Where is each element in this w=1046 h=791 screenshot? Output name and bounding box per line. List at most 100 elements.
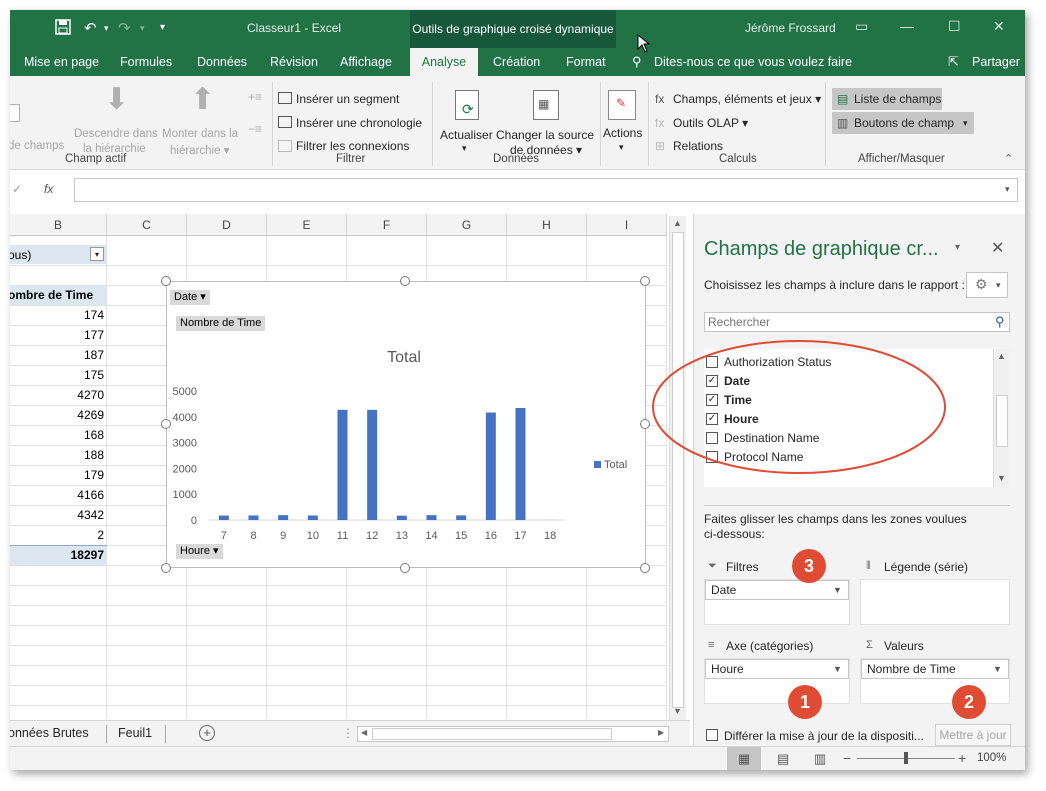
- cancel-icon[interactable]: ✓: [12, 182, 22, 196]
- minimize-icon[interactable]: —: [900, 18, 914, 34]
- chart-resize-handle[interactable]: [161, 563, 171, 573]
- insert-timeline-button[interactable]: Insérer une chronologie: [296, 116, 422, 130]
- redo-dropdown-icon[interactable]: ▾: [140, 23, 145, 34]
- horizontal-scrollbar[interactable]: ◀ ▶: [357, 726, 669, 742]
- sheet-tab-donnees-brutes[interactable]: onnées Brutes: [10, 726, 89, 740]
- pivot-value-cell[interactable]: 177: [10, 328, 104, 342]
- search-input[interactable]: [705, 313, 985, 331]
- customize-qat-icon[interactable]: ▾: [160, 22, 165, 33]
- values-field-dropdown[interactable]: Nombre de Time ▼: [861, 659, 1009, 679]
- field-settings-label[interactable]: de champs: [10, 140, 64, 152]
- pivot-header-cell[interactable]: ombre de Time: [10, 288, 93, 302]
- filter-dropdown-icon[interactable]: ▾: [90, 247, 104, 261]
- fields-items-sets-button[interactable]: Champs, éléments et jeux ▾: [673, 92, 821, 106]
- column-header-f[interactable]: F: [347, 214, 427, 236]
- pivot-value-cell[interactable]: 187: [10, 348, 104, 362]
- ribbon-display-icon[interactable]: ▭: [855, 18, 868, 35]
- zoom-out-icon[interactable]: −: [843, 750, 851, 766]
- chart-resize-handle[interactable]: [161, 276, 171, 286]
- scroll-down-icon[interactable]: ▼: [673, 706, 682, 716]
- column-header-i[interactable]: I: [587, 214, 667, 236]
- pivot-value-cell[interactable]: 4166: [10, 488, 104, 502]
- field-scroll-down-icon[interactable]: ▼: [997, 473, 1006, 483]
- tab-creation[interactable]: Création: [493, 48, 540, 76]
- pivot-value-cell[interactable]: 179: [10, 468, 104, 482]
- drill-up-icon[interactable]: ⬆: [190, 82, 215, 117]
- pivot-chart[interactable]: Date ▾ Nombre de Time Total 0 1000 2000 3000…: [166, 281, 646, 568]
- h-scroll-thumb[interactable]: [372, 728, 612, 740]
- search-field-box[interactable]: ⚲: [704, 312, 1010, 332]
- zoom-slider-thumb[interactable]: [904, 752, 908, 764]
- olap-tools-button[interactable]: Outils OLAP ▾: [673, 116, 748, 130]
- collapse-ribbon-icon[interactable]: ⌃: [1004, 152, 1013, 165]
- drill-down-icon[interactable]: ⬇: [104, 82, 129, 117]
- chevron-down-icon[interactable]: ▼: [833, 581, 842, 599]
- pivot-value-cell[interactable]: 2: [10, 528, 104, 542]
- add-sheet-icon[interactable]: +: [199, 725, 215, 741]
- undo-icon[interactable]: ↶: [84, 19, 97, 37]
- actions-dropdown-icon[interactable]: ▾: [619, 142, 624, 153]
- tab-formules[interactable]: Formules: [120, 48, 172, 76]
- tab-analyse[interactable]: Analyse: [410, 48, 478, 76]
- share-button[interactable]: Partager: [972, 48, 1020, 76]
- field-scroll-thumb[interactable]: [996, 395, 1008, 447]
- update-button[interactable]: Mettre à jour: [935, 724, 1011, 746]
- field-list-scrollbar[interactable]: ▲ ▼: [993, 349, 1010, 487]
- pivot-value-cell[interactable]: 4269: [10, 408, 104, 422]
- chart-resize-handle[interactable]: [640, 276, 650, 286]
- refresh-button[interactable]: Actualiser: [440, 128, 493, 142]
- tell-me-box[interactable]: Dites-nous ce que vous voulez faire: [654, 48, 852, 76]
- relations-button[interactable]: Relations: [673, 139, 723, 153]
- chart-houre-field-button[interactable]: Houre ▾: [176, 544, 223, 559]
- actions-button[interactable]: Actions: [603, 126, 642, 140]
- sheet-options-icon[interactable]: ⋮: [342, 726, 354, 740]
- page-break-icon[interactable]: ▥: [814, 751, 826, 767]
- close-icon[interactable]: ✕: [993, 18, 1005, 35]
- page-layout-icon[interactable]: ▤: [777, 751, 789, 767]
- tab-mise-en-page[interactable]: Mise en page: [24, 48, 99, 76]
- chart-resize-handle[interactable]: [640, 563, 650, 573]
- scroll-right-icon[interactable]: ▶: [658, 728, 664, 737]
- column-header-g[interactable]: G: [427, 214, 507, 236]
- drill-up-button[interactable]: Monter dans la: [162, 128, 238, 140]
- defer-update-checkbox[interactable]: [706, 729, 718, 741]
- normal-view-icon[interactable]: ▦: [738, 751, 750, 767]
- filter-cell[interactable]: ous): [10, 248, 31, 262]
- expand-formula-icon[interactable]: ▾: [1005, 184, 1010, 195]
- filter-connections-button[interactable]: Filtrer les connexions: [296, 139, 409, 153]
- legend-zone[interactable]: [860, 579, 1010, 625]
- zoom-level[interactable]: 100%: [977, 752, 1006, 764]
- pivot-value-cell[interactable]: 4270: [10, 388, 104, 402]
- chart-resize-handle[interactable]: [400, 563, 410, 573]
- save-icon[interactable]: [55, 19, 71, 39]
- redo-icon[interactable]: ↷: [118, 19, 131, 37]
- chart-resize-handle[interactable]: [400, 276, 410, 286]
- column-header-b[interactable]: B: [10, 214, 107, 236]
- column-header-d[interactable]: D: [187, 214, 267, 236]
- actions-icon[interactable]: ✎: [608, 90, 636, 120]
- refresh-icon[interactable]: ⟳: [455, 90, 479, 120]
- chevron-down-icon[interactable]: ▼: [833, 660, 842, 678]
- pivot-value-cell[interactable]: 168: [10, 428, 104, 442]
- axis-field-dropdown[interactable]: Houre ▼: [705, 659, 849, 679]
- filters-field-dropdown[interactable]: Date ▼: [705, 580, 849, 600]
- pane-close-icon[interactable]: ✕: [991, 238, 1004, 258]
- pivot-value-cell[interactable]: 174: [10, 308, 104, 322]
- column-header-e[interactable]: E: [267, 214, 347, 236]
- formula-input[interactable]: [74, 178, 1018, 202]
- pane-settings-button[interactable]: ⚙ ▾: [966, 272, 1008, 298]
- chevron-down-icon[interactable]: ▼: [993, 660, 1002, 678]
- pivot-total-cell[interactable]: 18297: [10, 548, 104, 562]
- change-source-icon[interactable]: ▦: [533, 90, 559, 120]
- field-settings-icon[interactable]: [10, 104, 20, 122]
- change-source-button[interactable]: Changer la source: [496, 128, 594, 142]
- scroll-up-icon[interactable]: ▲: [673, 218, 682, 228]
- collapse-field-icon[interactable]: −≡: [248, 122, 262, 136]
- chart-resize-handle[interactable]: [161, 419, 171, 429]
- tab-format[interactable]: Format: [566, 48, 606, 76]
- drill-down-button[interactable]: Descendre dans: [74, 128, 158, 140]
- refresh-dropdown-icon[interactable]: ▾: [462, 143, 467, 154]
- expand-field-icon[interactable]: +≡: [248, 90, 262, 104]
- zoom-in-icon[interactable]: +: [958, 750, 966, 766]
- pane-options-icon[interactable]: ▾: [955, 242, 960, 253]
